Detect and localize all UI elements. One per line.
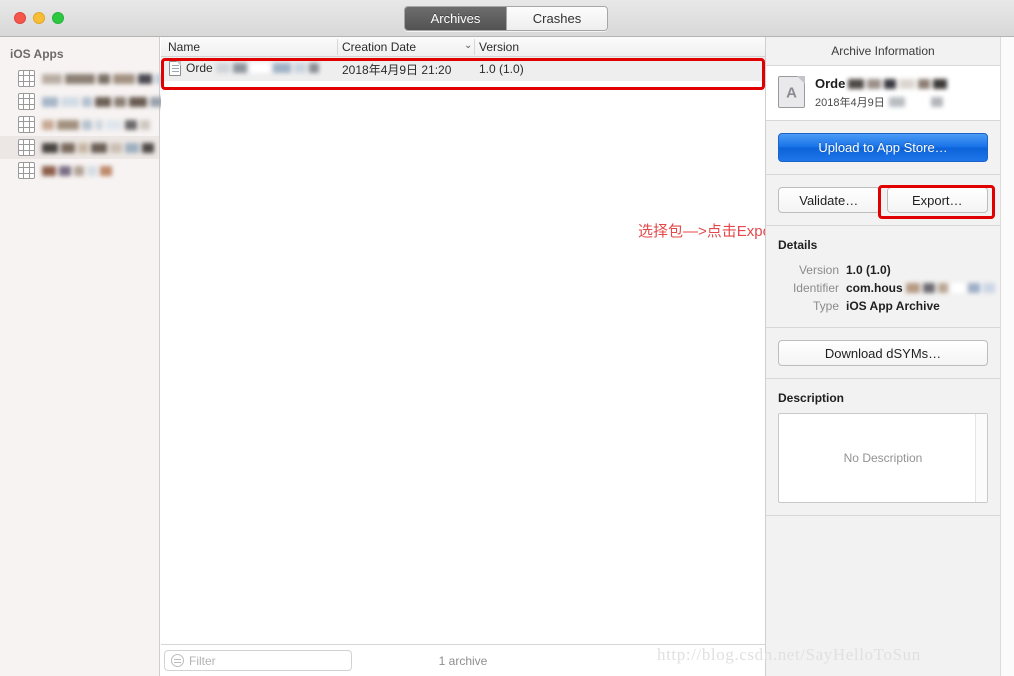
archives-list-pane: Name Creation Date ⌄ Version Orde 2018年4…	[161, 37, 810, 676]
sidebar-item-app-4[interactable]	[0, 136, 159, 159]
close-window-button[interactable]	[14, 12, 26, 24]
sidebar-item-app-2[interactable]	[0, 90, 177, 113]
archive-row-name: Orde	[186, 61, 319, 75]
description-title: Description	[778, 391, 845, 405]
detail-row-identifier: Identifier com.hous	[778, 279, 995, 297]
description-textarea[interactable]: No Description	[778, 413, 988, 503]
minimize-window-button[interactable]	[33, 12, 45, 24]
column-header-creation-date[interactable]: Creation Date	[342, 40, 416, 54]
sidebar-item-app-5[interactable]	[0, 159, 159, 182]
archive-date-text: 2018年4月9日	[815, 96, 885, 109]
window-titlebar: Archives Crashes	[0, 0, 1014, 37]
detail-value-text: com.hous	[846, 281, 903, 295]
archive-icon-glyph: A	[786, 84, 797, 102]
download-dsyms-button[interactable]: Download dSYMs…	[778, 340, 988, 366]
archive-document-icon	[169, 61, 181, 76]
archive-name-redacted	[848, 78, 948, 89]
description-scrollbar[interactable]	[975, 414, 987, 502]
archive-document-icon: A	[778, 76, 805, 108]
sidebar-item-label	[42, 142, 154, 153]
apps-sidebar: iOS Apps	[0, 37, 180, 676]
app-grid-icon	[18, 70, 35, 87]
upload-block: Upload to App Store…	[766, 121, 1000, 175]
window-right-strip	[1000, 37, 1014, 676]
column-header-version[interactable]: Version	[479, 40, 519, 54]
detail-value-redacted	[905, 283, 995, 294]
archive-row-name-text: Orde	[186, 61, 213, 75]
archive-date: 2018年4月9日	[815, 95, 947, 109]
panel-title: Archive Information	[766, 37, 1000, 66]
zoom-window-button[interactable]	[52, 12, 64, 24]
xcode-organizer-window: Archives Crashes iOS Apps Name Creation …	[0, 0, 1014, 676]
sidebar-item-label	[42, 165, 112, 176]
upload-to-app-store-button[interactable]: Upload to App Store…	[778, 133, 988, 162]
sidebar-section-header: iOS Apps	[10, 47, 64, 61]
archive-information-panel: Archive Information A Orde 2018年4月9日 Upl…	[765, 37, 1000, 676]
app-grid-icon	[18, 139, 35, 156]
archive-row-version: 1.0 (1.0)	[479, 62, 524, 76]
sidebar-item-label	[42, 119, 150, 130]
dsyms-block: Download dSYMs…	[766, 328, 1000, 379]
detail-value: 1.0 (1.0)	[846, 263, 891, 277]
archive-name-text: Orde	[815, 76, 846, 91]
panel-empty-area	[766, 516, 1000, 666]
archive-name: Orde	[815, 76, 948, 91]
detail-value: com.hous	[846, 281, 995, 295]
detail-row-version: Version 1.0 (1.0)	[778, 261, 988, 279]
description-placeholder: No Description	[843, 451, 923, 465]
archive-row-date: 2018年4月9日 21:20	[342, 62, 452, 77]
tab-crashes[interactable]: Crashes	[506, 7, 607, 30]
view-mode-segmented-control[interactable]: Archives Crashes	[404, 6, 608, 31]
archive-date-redacted	[888, 96, 943, 107]
sidebar-item-label	[42, 73, 180, 84]
description-block: Description No Description	[766, 379, 1000, 516]
app-grid-icon	[18, 93, 35, 110]
chevron-down-icon[interactable]: ⌄	[464, 40, 472, 51]
traffic-light-group	[14, 12, 64, 24]
archive-table-header: Name Creation Date ⌄ Version	[161, 37, 765, 57]
column-header-name[interactable]: Name	[168, 40, 200, 54]
archive-row-name-redacted	[215, 63, 319, 74]
sidebar-item-app-1[interactable]	[0, 67, 180, 90]
detail-row-type: Type iOS App Archive	[778, 297, 988, 315]
archive-summary-card: A Orde 2018年4月9日	[766, 66, 1000, 121]
validate-button[interactable]: Validate…	[778, 187, 880, 213]
archive-count-status: 1 archive	[438, 654, 488, 668]
detail-label: Version	[798, 263, 839, 277]
detail-label: Identifier	[792, 281, 839, 295]
app-grid-icon	[18, 116, 35, 133]
detail-label: Type	[812, 299, 839, 313]
details-block: Details Version 1.0 (1.0) Identifier com…	[766, 226, 1000, 328]
list-bottom-bar: Filter 1 archive	[161, 644, 765, 676]
tab-archives[interactable]: Archives	[405, 7, 506, 30]
table-row[interactable]: Orde 2018年4月9日 21:20 1.0 (1.0)	[161, 57, 765, 81]
export-button[interactable]: Export…	[886, 187, 988, 213]
app-grid-icon	[18, 162, 35, 179]
sidebar-item-label	[42, 96, 177, 107]
detail-value: iOS App Archive	[846, 299, 940, 313]
details-title: Details	[778, 238, 818, 252]
validate-export-block: Validate… Export…	[766, 175, 1000, 226]
sidebar-item-app-3[interactable]	[0, 113, 159, 136]
